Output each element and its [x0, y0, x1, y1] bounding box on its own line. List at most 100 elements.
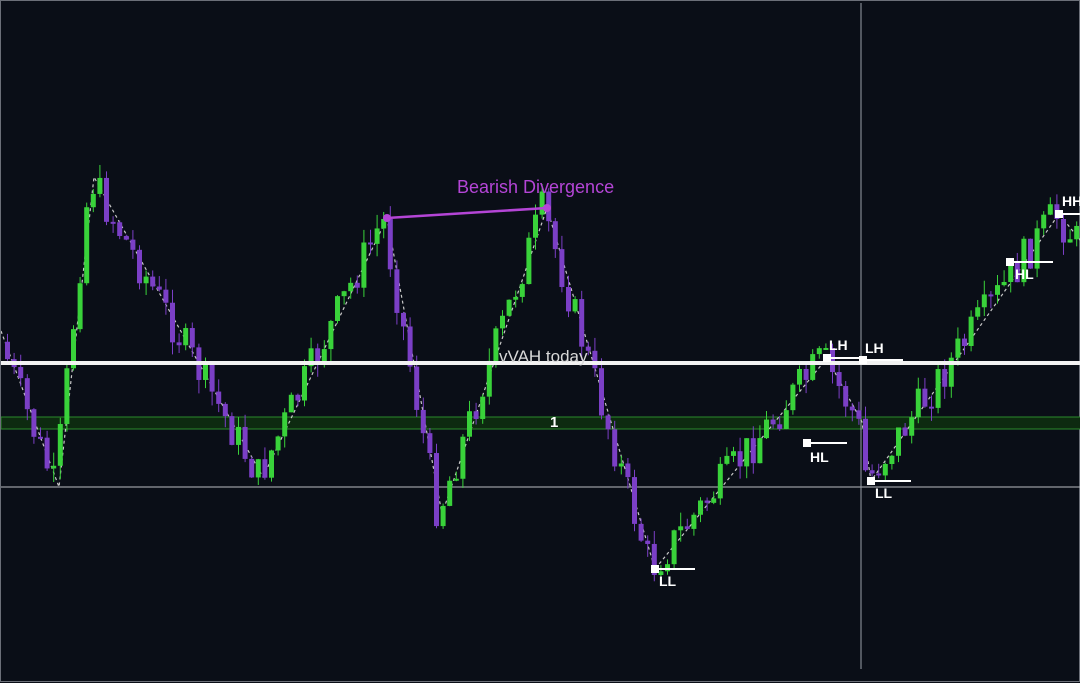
candle-body — [849, 406, 855, 411]
candle-body — [1074, 225, 1080, 240]
candle-body — [816, 348, 822, 355]
swing-label-hl-2: HL — [1015, 266, 1034, 282]
candle-body — [559, 249, 565, 287]
candle-body — [935, 369, 941, 408]
candle-body — [302, 366, 307, 401]
candle-body — [638, 523, 644, 541]
candle-body — [797, 368, 802, 385]
candle-body — [57, 424, 63, 466]
candle-body — [599, 368, 604, 416]
candle-body — [269, 450, 274, 478]
candle-body — [84, 207, 90, 284]
candle-body — [988, 294, 994, 297]
candle-body — [737, 451, 743, 467]
candle-body — [500, 315, 505, 329]
candle-body — [216, 391, 222, 404]
candle-body — [810, 354, 816, 380]
candle-body — [1047, 204, 1053, 215]
candle-body — [856, 410, 862, 419]
candle-body — [97, 177, 103, 194]
candle-body — [335, 296, 340, 321]
candle-body — [790, 384, 796, 411]
candle-body — [896, 427, 901, 456]
candle-body — [1041, 214, 1047, 229]
bearish-divergence-label: Bearish Divergence — [457, 177, 614, 197]
candle-body — [592, 350, 598, 369]
candle-body — [361, 242, 367, 288]
candle-body — [632, 477, 637, 524]
candle-body — [929, 406, 934, 409]
candle-body — [183, 328, 189, 346]
candle-body — [64, 368, 70, 425]
candle-body — [189, 328, 195, 348]
candle-body — [750, 438, 756, 464]
candle-body — [387, 218, 393, 270]
divergence-point — [383, 214, 391, 222]
candle-body — [981, 294, 987, 308]
candle-body — [579, 299, 585, 347]
candle-body — [262, 459, 268, 478]
candle-body — [31, 409, 37, 437]
swing-label-ll-2: LL — [875, 485, 893, 501]
candle-body — [704, 500, 710, 503]
price-chart[interactable]: vVAH today 1 Bearish Divergence LL LH HL… — [1, 1, 1080, 683]
candle-body — [77, 283, 83, 330]
chart-frame: vVAH today 1 Bearish Divergence LL LH HL… — [0, 0, 1080, 682]
candle-body — [605, 415, 611, 430]
candle-body — [282, 412, 288, 437]
swing-marker — [1055, 210, 1063, 218]
candle-body — [467, 411, 472, 437]
swing-label-lh-1: LH — [829, 337, 848, 353]
candle-body — [203, 362, 208, 380]
candle-body — [434, 453, 439, 527]
swing-marker — [1006, 258, 1014, 266]
swing-marker — [867, 477, 875, 485]
candle-body — [150, 276, 156, 287]
candle-body — [401, 312, 406, 327]
swing-marker — [803, 439, 811, 447]
candle-body — [1001, 282, 1007, 286]
candle-body — [1061, 219, 1066, 243]
candle-body — [414, 366, 420, 410]
candle-body — [453, 478, 459, 481]
candle-body — [572, 299, 578, 312]
candle-body — [975, 307, 981, 317]
candle-body — [354, 282, 360, 288]
candle-body — [869, 470, 875, 474]
swing-label-lh-2: LH — [865, 340, 884, 356]
candle-body — [645, 540, 651, 544]
candle-body — [90, 193, 96, 208]
candle-body — [836, 372, 842, 387]
candle-body — [473, 411, 479, 419]
zigzag-line — [1, 175, 1080, 571]
candle-body — [684, 526, 690, 529]
candle-body — [770, 419, 776, 425]
swing-marker — [651, 565, 659, 573]
candle-body — [803, 368, 809, 380]
candle-body — [460, 436, 466, 479]
candle-body — [724, 455, 730, 464]
candle-body — [420, 409, 426, 434]
candle-body — [110, 221, 116, 224]
swing-label-ll-1: LL — [659, 573, 677, 589]
candle-body — [163, 289, 169, 303]
candle-body — [493, 328, 499, 361]
candle-body — [823, 347, 829, 350]
candle-body — [117, 222, 123, 237]
candle-body — [18, 367, 24, 379]
candle-body — [731, 451, 736, 456]
candle-body — [519, 284, 525, 297]
candle-body — [922, 388, 928, 407]
candle-body — [691, 514, 697, 529]
candle-body — [427, 433, 433, 454]
candle-body — [394, 269, 400, 313]
candle-body — [698, 500, 703, 515]
candle-body — [717, 463, 723, 499]
candle-body — [968, 316, 974, 346]
candle-body — [618, 463, 624, 467]
candle-body — [275, 436, 281, 451]
candle-body — [783, 410, 789, 429]
candle-body — [288, 394, 294, 413]
candle-body — [38, 436, 43, 439]
candle-body — [156, 286, 162, 290]
